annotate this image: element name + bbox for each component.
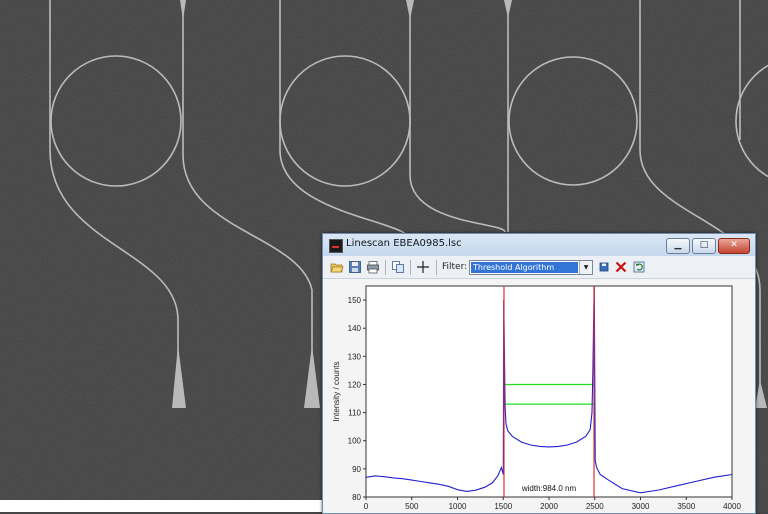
close-button[interactable]: ✕ bbox=[718, 238, 750, 254]
x-tick-label: 2000 bbox=[540, 502, 558, 511]
x-tick-label: 1000 bbox=[449, 502, 467, 511]
x-tick-label: 0 bbox=[364, 502, 369, 511]
title-bar[interactable]: Linescan EBEA0985.lsc ▁ □ ✕ bbox=[323, 234, 755, 256]
copy-icon[interactable] bbox=[391, 260, 405, 274]
linescan-window[interactable]: Linescan EBEA0985.lsc ▁ □ ✕ Filter: Thre… bbox=[322, 233, 756, 514]
save-small-icon[interactable] bbox=[597, 260, 611, 274]
x-tick-label: 1500 bbox=[494, 502, 512, 511]
x-tick-label: 2500 bbox=[586, 502, 604, 511]
maximize-button[interactable]: □ bbox=[692, 238, 716, 254]
chevron-down-icon[interactable]: ▼ bbox=[579, 261, 592, 274]
open-folder-icon[interactable] bbox=[330, 260, 344, 274]
y-tick-label: 140 bbox=[348, 324, 362, 333]
filter-dropdown[interactable]: Threshold Algorithm ▼ bbox=[469, 260, 593, 275]
save-icon[interactable] bbox=[348, 260, 362, 274]
linescan-chart[interactable]: 80901001101201301401500 500 1000 1500 2000 25… bbox=[323, 279, 755, 513]
plot-area: 80 90 100 110 120 130 140 150 0 500 1000 1500 2000 25… bbox=[323, 279, 755, 513]
y-tick-label: 130 bbox=[348, 352, 362, 361]
y-axis-label: Intensity / counts bbox=[332, 361, 341, 421]
crosshair-icon[interactable] bbox=[416, 260, 430, 274]
y-tick-label: 80 bbox=[352, 493, 361, 502]
toolbar: Filter: Threshold Algorithm ▼ bbox=[323, 256, 755, 279]
delete-icon[interactable] bbox=[614, 260, 628, 274]
x-tick-label: 3000 bbox=[632, 502, 650, 511]
y-tick-label: 110 bbox=[348, 409, 361, 418]
x-tick-label: 500 bbox=[405, 502, 419, 511]
x-tick-label: 3500 bbox=[677, 502, 695, 511]
print-icon[interactable] bbox=[366, 260, 380, 274]
toolbar-separator bbox=[436, 260, 437, 275]
filter-label: Filter: bbox=[442, 262, 468, 272]
y-tick-label: 120 bbox=[348, 380, 362, 389]
x-tick-label: 4000 bbox=[723, 502, 741, 511]
y-tick-label: 150 bbox=[348, 296, 362, 305]
toolbar-separator bbox=[385, 260, 386, 275]
y-tick-label: 100 bbox=[348, 437, 362, 446]
plot-frame bbox=[365, 285, 733, 498]
app-icon bbox=[329, 239, 343, 253]
toolbar-separator bbox=[410, 260, 411, 275]
window-title: Linescan EBEA0985.lsc bbox=[346, 238, 462, 249]
refresh-icon[interactable] bbox=[632, 260, 646, 274]
filter-selected-value: Threshold Algorithm bbox=[471, 262, 578, 273]
minimize-button[interactable]: ▁ bbox=[666, 238, 690, 254]
width-annotation: width:984.0 nm bbox=[521, 484, 577, 493]
y-tick-label: 90 bbox=[352, 465, 361, 474]
